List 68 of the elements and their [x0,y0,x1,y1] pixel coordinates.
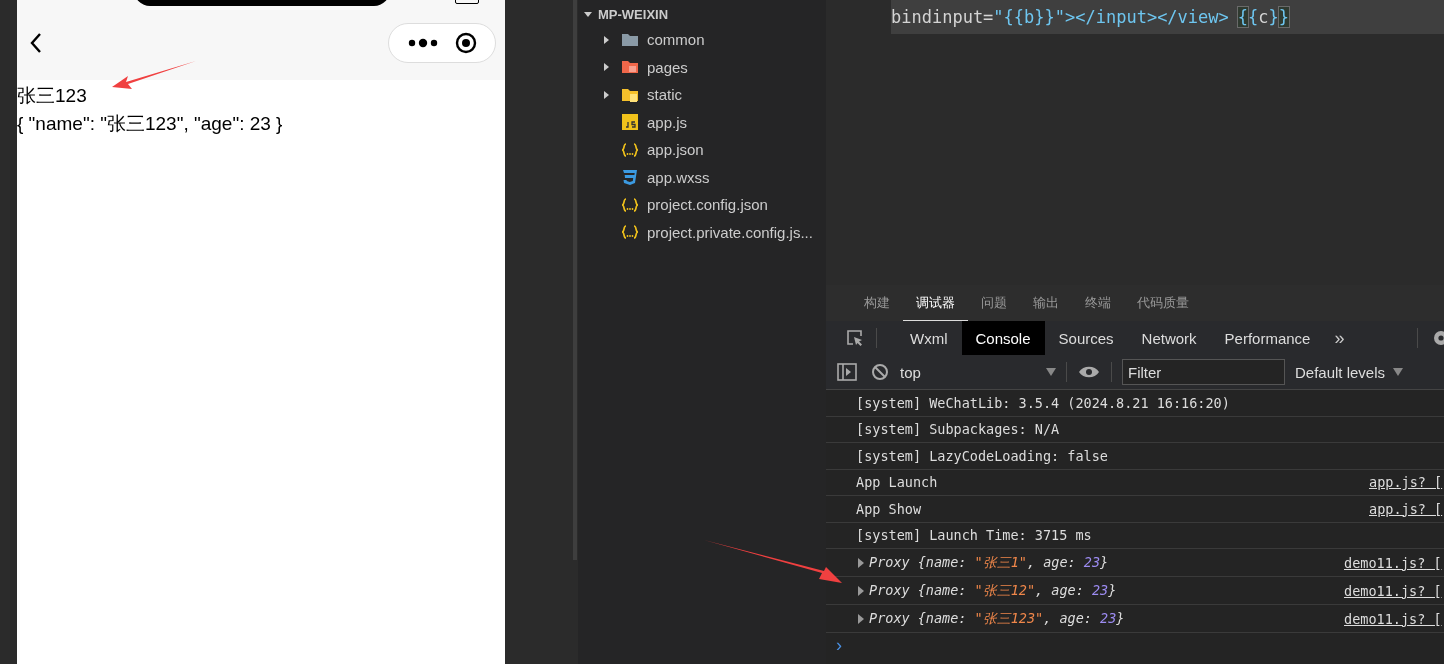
file-name: app.js [647,113,688,131]
file-tree-item[interactable]: pages [578,53,826,81]
object-log[interactable]: Proxy {name: "张三12", age: 23} [869,581,1344,600]
log-message: [system] Subpackages: N/A [856,421,1061,438]
file-name: project.private.config.js... [647,223,813,241]
filter-field[interactable]: Filter [1122,359,1285,385]
file-tree-item[interactable]: app.wxss [578,163,826,191]
file-name: project.config.json [647,196,768,214]
file-tree-item[interactable]: common [578,26,826,54]
file-tree-item[interactable]: app.js [578,108,826,136]
source-link[interactable]: demo11.js? [ [1344,582,1444,599]
file-tree-item[interactable]: project.private.config.js... [578,218,826,246]
code-line: bindinput="{{b}}"></input></view> {{c}} [891,7,1290,27]
page-text: 张三123 [17,84,87,108]
object-log[interactable]: Proxy {name: "张三123", age: 23} [869,609,1344,628]
braces-icon [621,223,639,242]
panel-tab[interactable]: 构建 [851,285,903,321]
source-link[interactable]: app.js? [ [1369,500,1444,517]
object-log[interactable]: Proxy {name: "张三1", age: 23} [869,553,1344,572]
back-icon[interactable] [30,32,42,54]
panel-tab[interactable]: 终端 [1072,285,1124,321]
more-tabs-button[interactable]: » [1324,321,1355,355]
eye-icon[interactable] [1078,365,1100,379]
sidebar-icon[interactable] [837,363,857,381]
panel-tab[interactable]: 代码质量 [1124,285,1202,321]
expand-icon[interactable] [858,613,864,624]
file-name: static [647,86,682,104]
panel-tab[interactable]: 问题 [968,285,1020,321]
clear-icon[interactable] [871,363,889,381]
devtools-tab[interactable]: Performance [1210,321,1325,355]
capsule-menu[interactable] [388,23,496,63]
log-message: App Launch [856,474,939,491]
console-prompt[interactable]: › [826,633,842,657]
more-icon[interactable] [407,38,438,48]
log-message: [system] Launch Time: 3715 ms [856,527,1093,544]
explorer-root[interactable]: MP-WEIXIN [578,2,826,26]
devtools-tab[interactable]: Wxml [896,321,962,355]
expand-icon[interactable] [858,585,864,596]
devtools-tab[interactable]: Console [961,321,1045,355]
log-message: App Show [856,500,923,517]
file-tree-item[interactable]: static [578,81,826,109]
levels-select[interactable]: Default levels [1295,363,1404,381]
panel-tab[interactable]: 输出 [1020,285,1072,321]
target-icon[interactable] [454,32,477,54]
dropdown-icon [1393,368,1404,376]
file-tree-item[interactable]: project.config.json [578,191,826,219]
log-message: [system] WeChatLib: 3.5.4 (2024.8.21 16:16:20) [856,394,1231,411]
page-text: { "name": "张三123", "age": 23 } [17,112,283,136]
settings-icon[interactable] [1432,329,1444,347]
css-icon [621,168,639,187]
source-link[interactable]: demo11.js? [ [1344,554,1444,571]
context-select[interactable]: top [896,363,1062,381]
source-link[interactable]: demo11.js? [ [1344,610,1444,627]
dropdown-icon [1046,368,1056,376]
braces-icon [621,195,639,214]
js-icon [621,113,639,132]
braces-icon [621,140,639,159]
expand-icon[interactable] [858,557,864,568]
inspect-icon[interactable] [845,328,865,348]
file-name: app.wxss [647,168,710,186]
source-link[interactable]: app.js? [ [1369,474,1444,491]
devtools-tab[interactable]: Sources [1044,321,1128,355]
file-name: common [647,31,705,49]
file-name: app.json [647,141,704,159]
file-name: pages [647,58,688,76]
devtools-tab[interactable]: Network [1127,321,1211,355]
file-tree-item[interactable]: app.json [578,136,826,164]
log-message: [system] LazyCodeLoading: false [856,447,1109,464]
